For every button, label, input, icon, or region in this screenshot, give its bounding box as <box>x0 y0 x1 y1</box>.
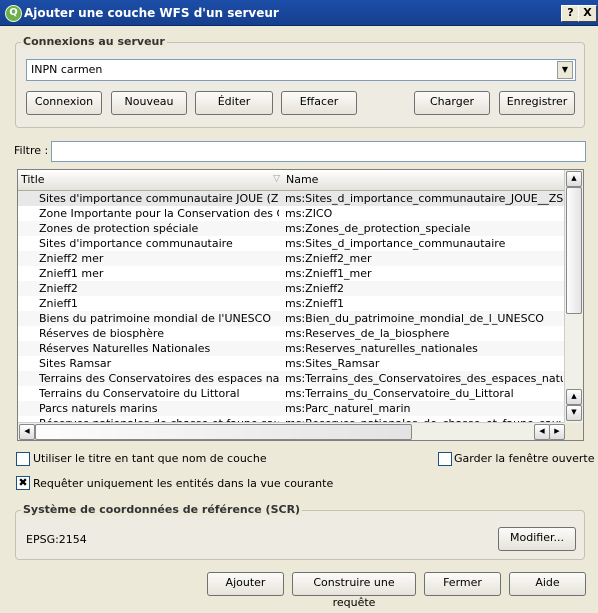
filter-label: Filtre : <box>14 144 49 157</box>
keep-open-label: Garder la fenêtre ouverte <box>454 452 595 465</box>
row-title-cell: Zones de protection spéciale <box>39 222 199 235</box>
keep-open-checkbox[interactable] <box>438 452 452 466</box>
table-row[interactable]: Sites Ramsar ms:Sites_Ramsar <box>18 356 565 371</box>
filter-input[interactable] <box>51 141 586 162</box>
row-name-cell: ms:Sites_Ramsar <box>285 357 380 370</box>
modify-crs-button[interactable]: Modifier... <box>498 527 576 551</box>
scroll-right-icon[interactable]: ▶ <box>549 424 565 440</box>
row-title-cell: Sites d'importance communautaire <box>39 237 233 250</box>
table-row[interactable]: Réserves de biosphère ms:Reserves_de_la_b… <box>18 326 565 341</box>
row-title-cell: Znieff2 mer <box>39 252 104 265</box>
chevron-down-icon[interactable]: ▼ <box>557 61 573 79</box>
column-name-label: Name <box>286 173 319 186</box>
server-connection-value: INPN carmen <box>31 63 103 76</box>
connect-button[interactable]: Connexion <box>26 91 102 115</box>
horizontal-scrollbar[interactable]: ◀ ◀ ▶ <box>18 422 565 440</box>
scroll-corner <box>565 423 583 440</box>
column-title-label: Title <box>21 173 45 186</box>
save-connections-button[interactable]: Enregistrer <box>499 91 575 115</box>
qgis-logo-icon: Q <box>5 5 22 22</box>
close-title-button[interactable]: X <box>578 5 597 22</box>
close-button[interactable]: Fermer <box>424 572 501 596</box>
table-row[interactable]: Znieff1 ms:Znieff1 <box>18 296 565 311</box>
load-connections-button[interactable]: Charger <box>414 91 490 115</box>
row-title-cell: Terrains des Conservatoires des espaces … <box>39 372 279 385</box>
column-header-title[interactable]: Title ▽ <box>18 170 287 191</box>
table-row[interactable]: Réserves Naturelles Nationales ms:Reserve… <box>18 341 565 356</box>
server-connection-select[interactable]: INPN carmen ▼ <box>26 59 576 81</box>
row-title-cell: Réserves Naturelles Nationales <box>39 342 211 355</box>
row-name-cell: ms:Sites_d_importance_communautaire <box>285 237 506 250</box>
row-title-cell: Zone Importante pour la Conservation des… <box>39 207 279 220</box>
table-row[interactable]: Sites d'importance communautaire ms:Sites… <box>18 236 565 251</box>
row-name-cell: ms:Znieff2 <box>285 282 345 295</box>
current-view-checkbox[interactable]: ✖ <box>16 476 30 490</box>
title-bar: Q Ajouter une couche WFS d'un serveur ? … <box>0 0 598 26</box>
table-row[interactable]: Znieff1 mer ms:Znieff1_mer <box>18 266 565 281</box>
row-name-cell: ms:Parc_naturel_marin <box>285 402 411 415</box>
row-name-cell: ms:Terrains_des_Conservatoires_des_espac… <box>285 372 563 385</box>
crs-group-title: Système de coordonnées de référence (SCR… <box>21 503 303 516</box>
row-name-cell: ms:Znieff1 <box>285 297 345 310</box>
scroll-down-icon[interactable]: ▼ <box>566 405 582 421</box>
new-connection-button[interactable]: Nouveau <box>111 91 187 115</box>
vertical-scroll-thumb[interactable] <box>566 187 582 314</box>
connections-group <box>15 42 585 128</box>
scroll-up-small-icon[interactable]: ▲ <box>566 389 582 405</box>
use-title-label: Utiliser le titre en tant que nom de cou… <box>33 452 267 465</box>
row-title-cell: Sites d'importance communautaire JOUE (Z… <box>39 192 279 205</box>
sort-indicator-icon: ▽ <box>273 174 280 184</box>
row-name-cell: ms:ZICO <box>285 207 333 220</box>
column-header-name[interactable]: Name <box>283 170 569 191</box>
row-title-cell: Sites Ramsar <box>39 357 112 370</box>
delete-connection-button[interactable]: Effacer <box>281 91 357 115</box>
table-row[interactable]: Zone Importante pour la Conservation des… <box>18 206 565 221</box>
table-row[interactable]: Znieff2 ms:Znieff2 <box>18 281 565 296</box>
row-title-cell: Parcs naturels marins <box>39 402 158 415</box>
edit-connection-button[interactable]: Éditer <box>195 91 273 115</box>
build-query-button[interactable]: Construire une requête <box>292 572 416 609</box>
window-title: Ajouter une couche WFS d'un serveur <box>24 6 279 20</box>
row-title-cell: Znieff2 <box>39 282 78 295</box>
table-row[interactable]: Terrains du Conservatoire du Littoral ms:… <box>18 386 565 401</box>
table-row[interactable]: Znieff2 mer ms:Znieff2_mer <box>18 251 565 266</box>
table-row[interactable]: Sites d'importance communautaire JOUE (Z… <box>18 191 565 206</box>
scroll-up-icon[interactable]: ▲ <box>566 171 582 187</box>
scroll-left-icon[interactable]: ◀ <box>19 424 35 440</box>
layer-table[interactable]: Title ▽ Name Sites d'importance communau… <box>17 169 584 441</box>
use-title-checkbox[interactable] <box>16 452 30 466</box>
row-name-cell: ms:Znieff2_mer <box>285 252 372 265</box>
add-button[interactable]: Ajouter <box>207 572 284 596</box>
row-title-cell: Biens du patrimoine mondial de l'UNESCO <box>39 312 271 325</box>
row-name-cell: ms:Znieff1_mer <box>285 267 372 280</box>
row-name-cell: ms:Zones_de_protection_speciale <box>285 222 471 235</box>
row-name-cell: ms:Reserves_de_la_biosphere <box>285 327 450 340</box>
row-name-cell: ms:Bien_du_patrimoine_mondial_de_l_UNESC… <box>285 312 544 325</box>
current-view-label: Requêter uniquement les entités dans la … <box>33 477 334 490</box>
row-title-cell: Terrains du Conservatoire du Littoral <box>39 387 240 400</box>
table-body: Sites d'importance communautaire JOUE (Z… <box>18 191 565 424</box>
row-name-cell: ms:Terrains_du_Conservatoire_du_Littoral <box>285 387 514 400</box>
row-name-cell: ms:Reserves_naturelles_nationales <box>285 342 478 355</box>
row-title-cell: Znieff1 mer <box>39 267 104 280</box>
vertical-scrollbar[interactable]: ▲ ▲ ▼ <box>564 170 583 424</box>
row-title-cell: Réserves de biosphère <box>39 327 164 340</box>
crs-value: EPSG:2154 <box>26 533 87 546</box>
help-button[interactable]: Aide <box>509 572 586 596</box>
connections-group-title: Connexions au serveur <box>21 35 167 48</box>
scroll-left-small-icon[interactable]: ◀ <box>534 424 550 440</box>
row-title-cell: Znieff1 <box>39 297 78 310</box>
horizontal-scroll-thumb[interactable] <box>35 424 412 440</box>
row-name-cell: ms:Sites_d_importance_communautaire_JOUE… <box>285 192 563 205</box>
table-row[interactable]: Terrains des Conservatoires des espaces … <box>18 371 565 386</box>
table-row[interactable]: Biens du patrimoine mondial de l'UNESCO m… <box>18 311 565 326</box>
table-row[interactable]: Zones de protection spéciale ms:Zones_de_… <box>18 221 565 236</box>
table-row[interactable]: Parcs naturels marins ms:Parc_naturel_mar… <box>18 401 565 416</box>
